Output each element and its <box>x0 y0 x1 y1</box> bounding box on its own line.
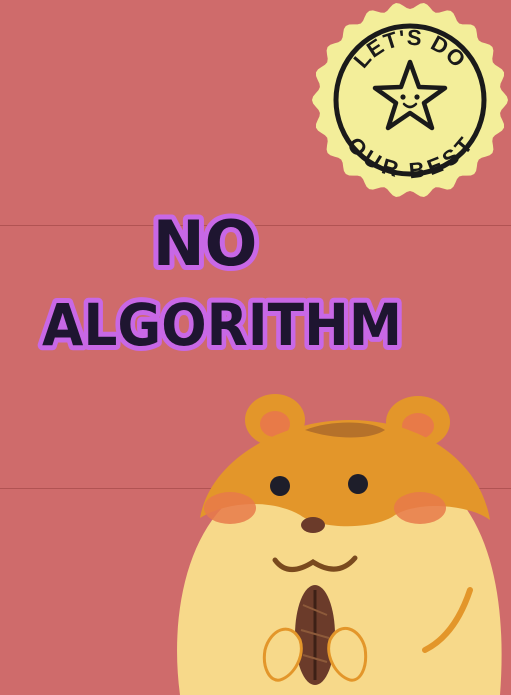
hamster-right-cheek <box>394 492 446 524</box>
hamster-illustration <box>177 394 502 695</box>
hamster-nose <box>301 517 325 533</box>
hamster-left-eye <box>270 476 290 496</box>
lets-do-our-best-badge: LET'S DO OUR BEST <box>312 3 508 197</box>
title-line-no: NO <box>153 207 258 280</box>
title-line-algorithm: ALGORITHM <box>42 291 402 359</box>
hamster-right-eye <box>348 474 368 494</box>
poster: LET'S DO OUR BEST NO ALGORITHM <box>0 0 511 695</box>
poster-title: NO ALGORITHM <box>37 202 407 364</box>
hamster-left-cheek <box>204 492 256 524</box>
